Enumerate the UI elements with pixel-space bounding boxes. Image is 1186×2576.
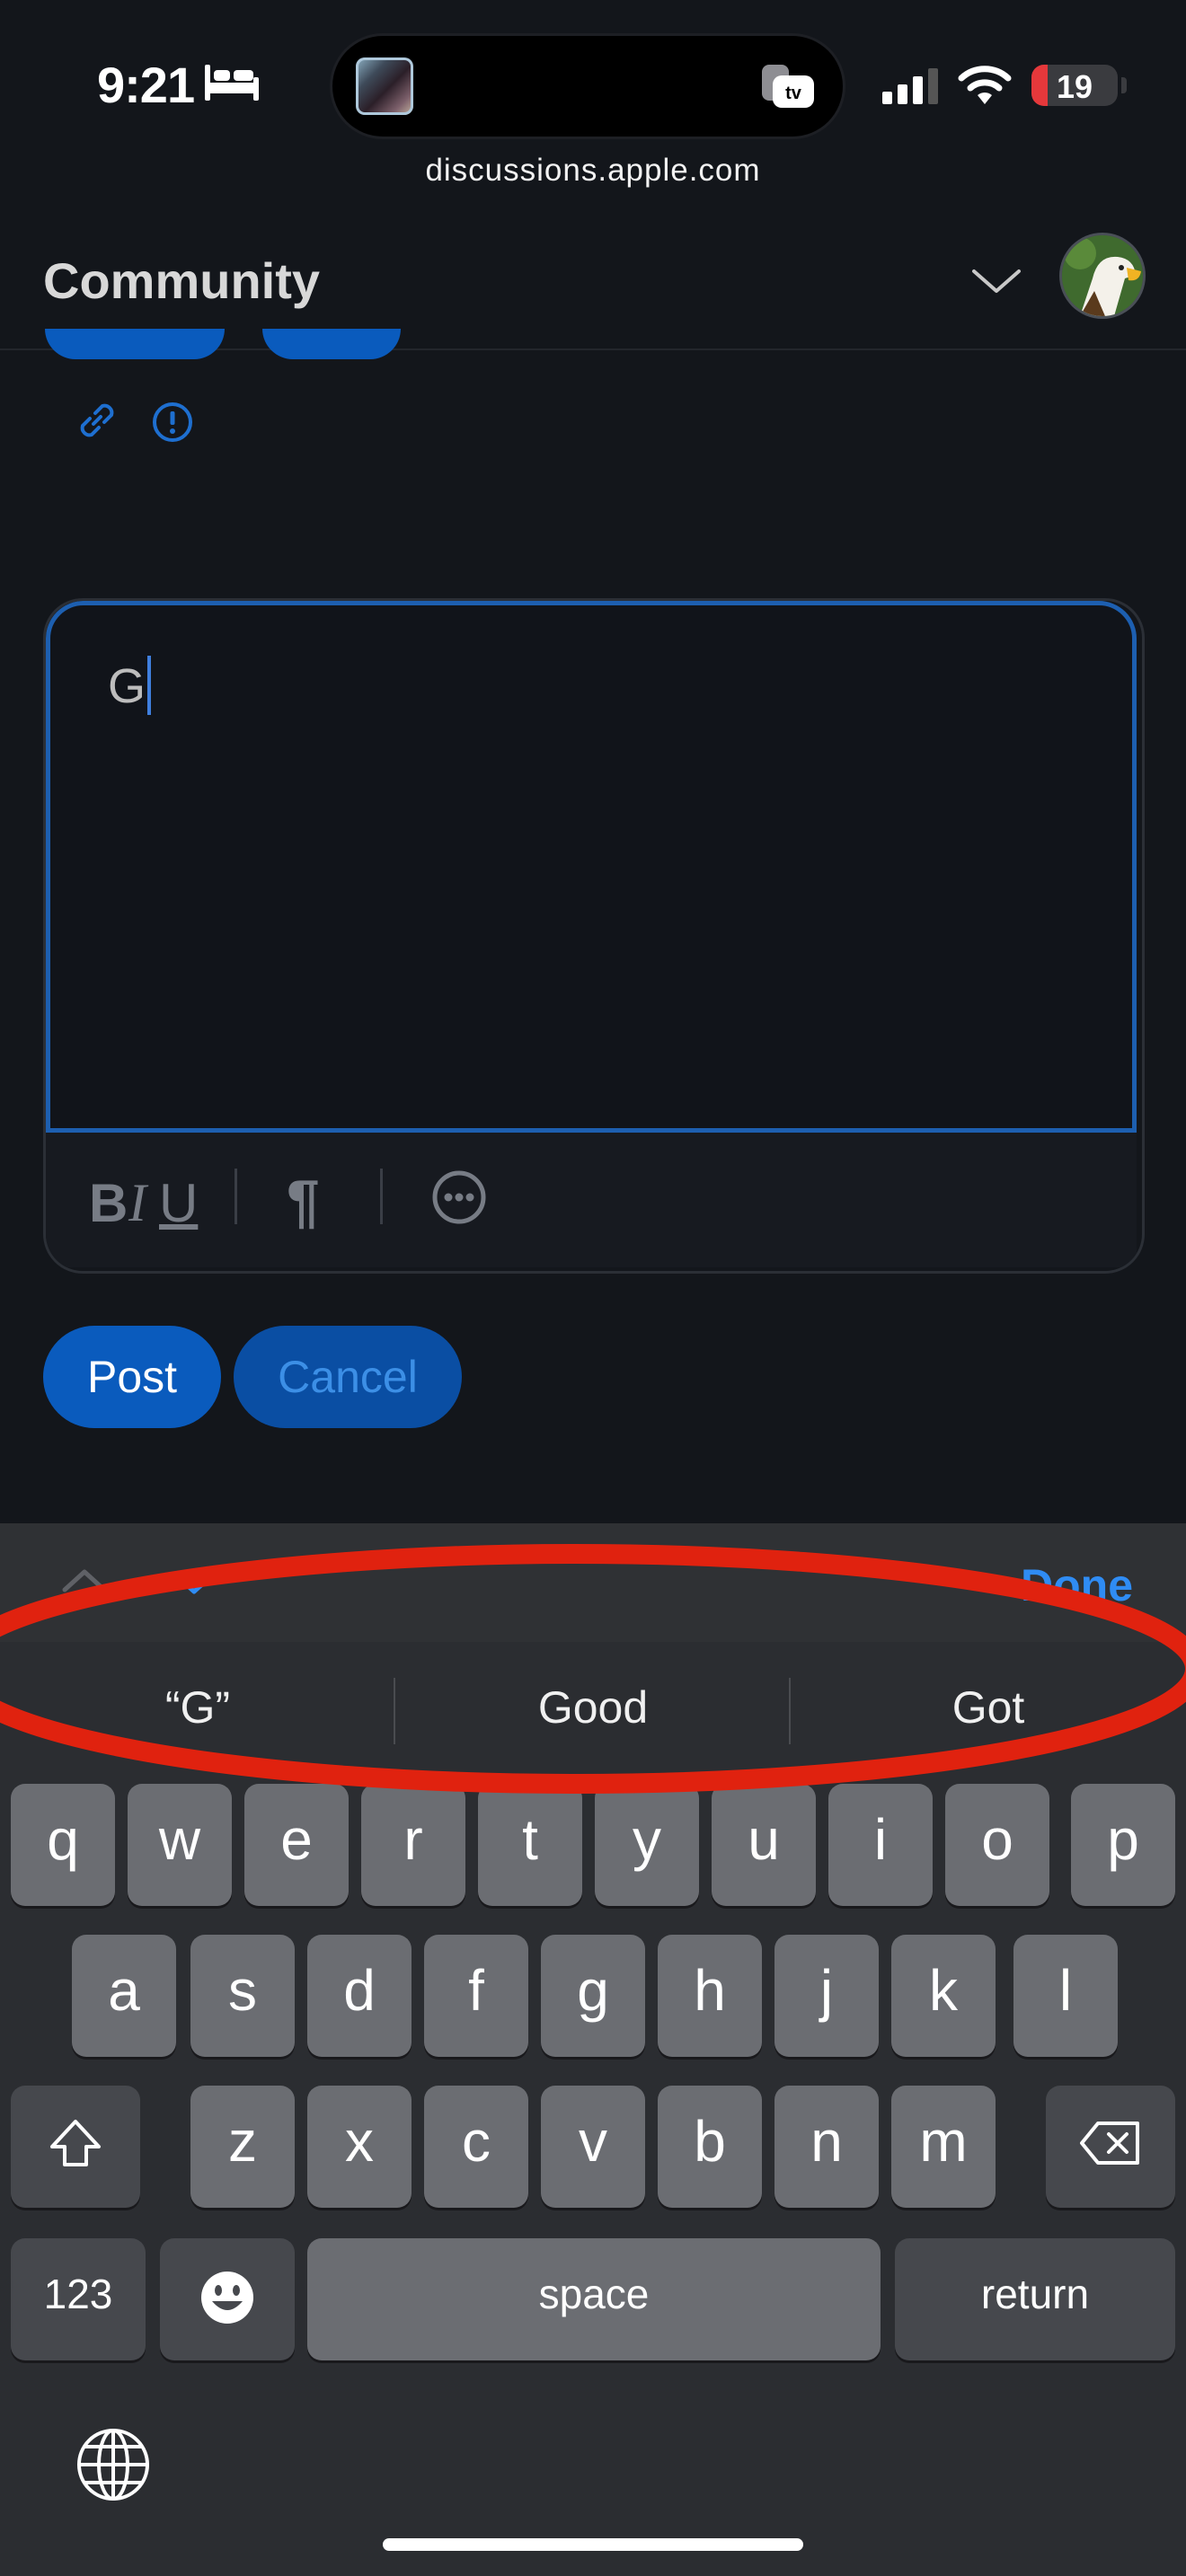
globe-icon[interactable]: [75, 2427, 151, 2507]
post-button[interactable]: Post: [43, 1326, 221, 1428]
album-art[interactable]: [356, 57, 413, 115]
reply-text-area[interactable]: G: [46, 601, 1137, 1133]
address-bar-url[interactable]: discussions.apple.com: [0, 153, 1186, 189]
page-title[interactable]: Community: [43, 251, 320, 310]
wifi-icon: [958, 65, 1012, 110]
tag-pill[interactable]: [262, 329, 401, 359]
numbers-key[interactable]: 123: [11, 2238, 146, 2360]
svg-text:tv: tv: [785, 84, 802, 103]
key-n[interactable]: n: [774, 2086, 879, 2208]
annotation-ellipse: [0, 1527, 1186, 1828]
chevron-down-icon[interactable]: [970, 266, 1022, 301]
key-d[interactable]: d: [307, 1935, 412, 2057]
ellipsis-circle-icon[interactable]: [430, 1169, 488, 1231]
cancel-button[interactable]: Cancel: [234, 1326, 462, 1428]
formatting-toolbar: B I U ¶: [46, 1133, 1137, 1267]
text-cursor: [147, 656, 152, 715]
key-f[interactable]: f: [424, 1935, 528, 2057]
key-b[interactable]: b: [658, 2086, 762, 2208]
key-l[interactable]: l: [1013, 1935, 1118, 2057]
key-a[interactable]: a: [72, 1935, 176, 2057]
shift-key[interactable]: [11, 2086, 140, 2208]
key-k[interactable]: k: [891, 1935, 996, 2057]
cellular-signal-icon: [882, 68, 940, 109]
key-j[interactable]: j: [774, 1935, 879, 2057]
battery-tip: [1121, 77, 1127, 93]
tag-pill[interactable]: [45, 329, 225, 359]
report-icon[interactable]: [151, 401, 194, 448]
backspace-key[interactable]: [1046, 2086, 1175, 2208]
bed-icon: [205, 65, 259, 105]
italic-icon[interactable]: I: [128, 1172, 146, 1234]
key-h[interactable]: h: [658, 1935, 762, 2057]
dynamic-island[interactable]: tv: [332, 36, 843, 137]
space-key[interactable]: space: [307, 2238, 881, 2360]
reply-editor: G B I U ¶: [43, 598, 1145, 1274]
underline-icon[interactable]: U: [159, 1172, 198, 1234]
avatar[interactable]: [1062, 235, 1143, 316]
emoji-key[interactable]: [160, 2238, 295, 2360]
key-m[interactable]: m: [891, 2086, 996, 2208]
battery-percent: 19: [1056, 68, 1093, 105]
paragraph-icon[interactable]: ¶: [287, 1167, 320, 1235]
editor-typed-text: G: [108, 659, 146, 713]
key-c[interactable]: c: [424, 2086, 528, 2208]
key-x[interactable]: x: [307, 2086, 412, 2208]
key-s[interactable]: s: [190, 1935, 295, 2057]
toolbar-divider: [380, 1169, 383, 1224]
link-icon[interactable]: [74, 397, 120, 448]
key-v[interactable]: v: [541, 2086, 645, 2208]
key-z[interactable]: z: [190, 2086, 295, 2208]
key-g[interactable]: g: [541, 1935, 645, 2057]
toolbar-divider: [235, 1169, 237, 1224]
return-key[interactable]: return: [895, 2238, 1175, 2360]
status-time: 9:21: [97, 57, 195, 113]
home-indicator: [383, 2538, 803, 2551]
editor-content[interactable]: G: [108, 656, 152, 715]
apple-tv-icon: tv: [760, 61, 816, 116]
battery-icon: 19: [1031, 65, 1118, 106]
bold-icon[interactable]: B: [89, 1172, 128, 1234]
